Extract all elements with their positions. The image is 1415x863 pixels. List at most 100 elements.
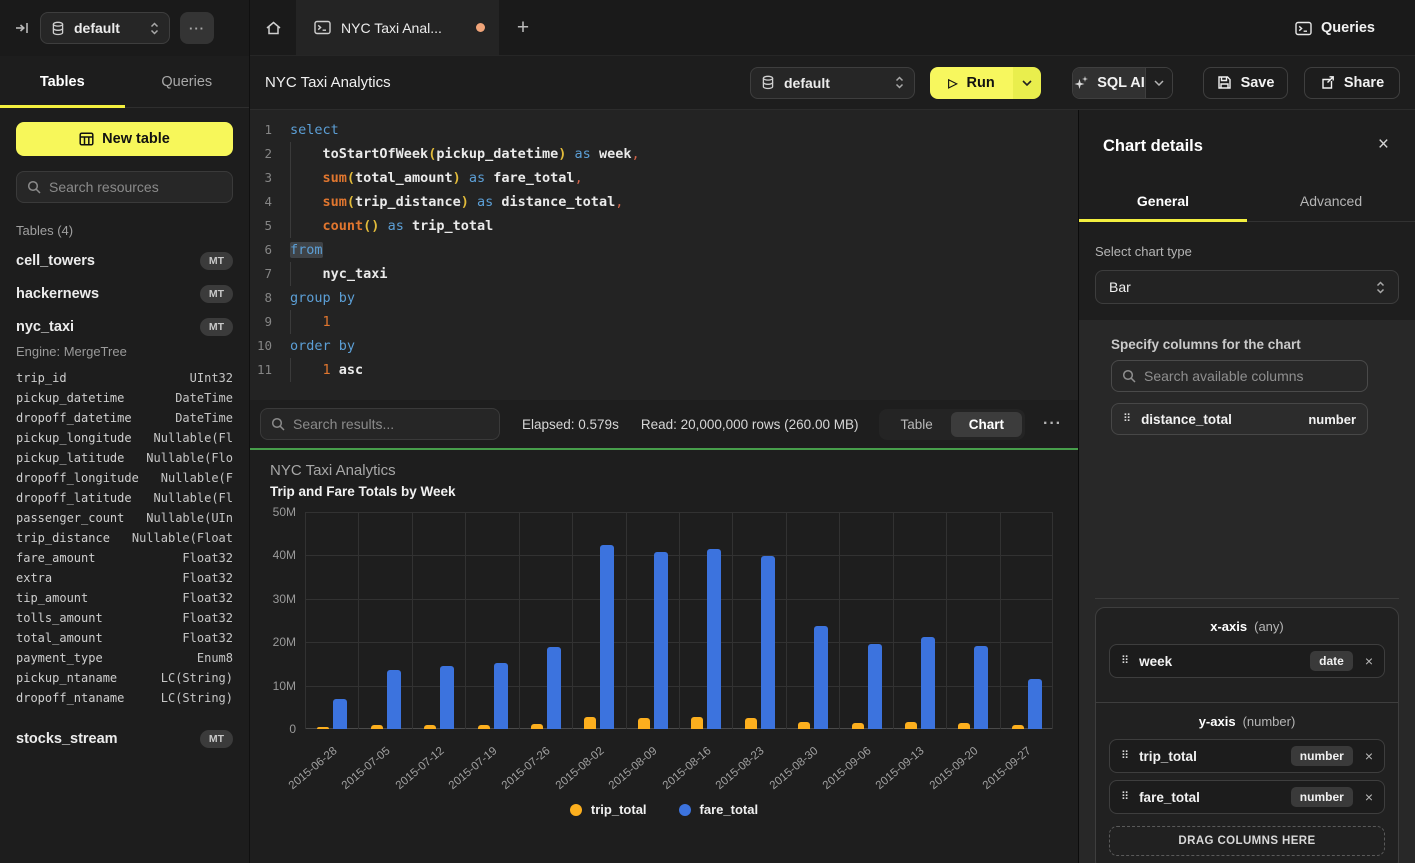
- gridline-v: [679, 512, 680, 729]
- chart-plot: [305, 512, 1053, 729]
- remove-icon[interactable]: ×: [1365, 653, 1373, 669]
- gridline-v: [786, 512, 787, 729]
- code-text: sum(trip_distance) as distance_total,: [290, 190, 623, 214]
- axis-item-trip_total[interactable]: ⠿trip_totalnumber×: [1109, 739, 1385, 773]
- column-type: Float32: [182, 611, 233, 625]
- column-total_amount: total_amountFloat32: [16, 628, 233, 648]
- sidebar-more-button[interactable]: ···: [180, 12, 214, 44]
- editor-line-2[interactable]: 2 toStartOfWeek(pickup_datetime) as week…: [250, 142, 1078, 166]
- toolbar-database-selector[interactable]: default: [750, 67, 915, 99]
- sql-ai-button[interactable]: SQL AI: [1072, 67, 1173, 99]
- queries-link[interactable]: Queries: [1295, 0, 1375, 56]
- x-tick-label: 2015-09-06: [821, 745, 874, 792]
- database-selector[interactable]: default: [40, 12, 170, 44]
- remove-icon[interactable]: ×: [1365, 789, 1373, 805]
- column-dropoff_longitude: dropoff_longitudeNullable(F: [16, 468, 233, 488]
- save-button[interactable]: Save: [1203, 67, 1288, 99]
- bar-trip_total-2015-07-19: [478, 725, 490, 729]
- column-tolls_amount: tolls_amountFloat32: [16, 608, 233, 628]
- editor-line-6[interactable]: 6from: [250, 238, 1078, 262]
- editor-line-11[interactable]: 11 1 asc: [250, 358, 1078, 382]
- tables-section-label: Tables (4): [16, 223, 233, 238]
- editor-line-5[interactable]: 5 count() as trip_total: [250, 214, 1078, 238]
- collapse-sidebar-icon[interactable]: [14, 20, 30, 36]
- share-button[interactable]: Share: [1304, 67, 1400, 99]
- run-options-caret[interactable]: [1013, 67, 1041, 99]
- engine-badge: MT: [200, 318, 233, 336]
- new-table-label: New table: [102, 131, 170, 147]
- drag-handle-icon[interactable]: ⠿: [1121, 751, 1129, 762]
- axis-item-fare_total[interactable]: ⠿fare_totalnumber×: [1109, 780, 1385, 814]
- bar-trip_total-2015-08-30: [798, 722, 810, 729]
- bar-fare_total-2015-07-19: [494, 663, 508, 729]
- chart-type-select[interactable]: Bar: [1095, 270, 1399, 304]
- new-tab-button[interactable]: +: [499, 0, 547, 55]
- editor-line-9[interactable]: 9 1: [250, 310, 1078, 334]
- column-dropoff_ntaname: dropoff_ntanameLC(String): [16, 688, 233, 708]
- column-type: Nullable(Fl: [154, 431, 233, 445]
- editor-line-8[interactable]: 8group by: [250, 286, 1078, 310]
- editor-line-1[interactable]: 1select: [250, 118, 1078, 142]
- queries-terminal-icon: [1295, 21, 1312, 36]
- tables-list: cell_towersMThackernewsMTnyc_taxiMTEngin…: [16, 244, 233, 755]
- table-item-hackernews[interactable]: hackernewsMT: [16, 277, 233, 310]
- x-tick-label: 2015-06-28: [287, 745, 340, 792]
- bar-trip_total-2015-09-13: [905, 722, 917, 729]
- tab-general[interactable]: General: [1079, 180, 1247, 221]
- code-text: 1: [290, 310, 331, 334]
- column-name: extra: [16, 571, 52, 585]
- y-tick-label: 10M: [250, 679, 296, 693]
- drag-columns-dropzone[interactable]: DRAG COLUMNS HERE: [1109, 826, 1385, 856]
- bar-fare_total-2015-09-06: [868, 644, 882, 729]
- x-tick-label: 2015-08-23: [714, 745, 767, 792]
- columns-search-input[interactable]: [1144, 368, 1357, 384]
- query-tab[interactable]: NYC Taxi Anal...: [296, 0, 499, 55]
- available-column-distance_total[interactable]: ⠿distance_totalnumber: [1111, 403, 1368, 435]
- run-button[interactable]: ▷ Run: [930, 67, 1041, 99]
- gridline-v: [465, 512, 466, 729]
- table-item-stocks_stream[interactable]: stocks_streamMT: [16, 722, 233, 755]
- x-axis-label: x-axis: [1210, 619, 1247, 634]
- bar-trip_total-2015-08-02: [584, 717, 596, 729]
- view-toggle-table[interactable]: Table: [882, 412, 950, 437]
- results-search-input[interactable]: [293, 416, 489, 432]
- sql-editor[interactable]: 1select2 toStartOfWeek(pickup_datetime) …: [250, 110, 1078, 400]
- details-header: Chart details ×: [1079, 110, 1415, 180]
- columns-section-label: Specify columns for the chart: [1111, 337, 1301, 352]
- tab-advanced[interactable]: Advanced: [1247, 180, 1415, 221]
- tab-tables[interactable]: Tables: [0, 56, 125, 107]
- view-toggle-chart[interactable]: Chart: [951, 412, 1022, 437]
- gridline-v: [305, 512, 306, 729]
- column-name: passenger_count: [16, 511, 124, 525]
- column-type: DateTime: [175, 411, 233, 425]
- axis-item-week[interactable]: ⠿weekdate×: [1109, 644, 1385, 678]
- editor-line-3[interactable]: 3 sum(total_amount) as fare_total,: [250, 166, 1078, 190]
- column-name: dropoff_longitude: [16, 471, 139, 485]
- editor-line-10[interactable]: 10order by: [250, 334, 1078, 358]
- resource-search-input[interactable]: [49, 179, 230, 195]
- drag-handle-icon[interactable]: ⠿: [1121, 792, 1129, 803]
- table-item-cell_towers[interactable]: cell_towersMT: [16, 244, 233, 277]
- drag-handle-icon[interactable]: ⠿: [1123, 414, 1131, 425]
- drag-handle-icon[interactable]: ⠿: [1121, 656, 1129, 667]
- table-grid-icon: [79, 132, 94, 146]
- home-button[interactable]: [250, 0, 296, 55]
- chart-legend: trip_totalfare_total: [250, 802, 1078, 817]
- share-label: Share: [1344, 75, 1384, 91]
- table-name: hackernews: [16, 286, 99, 302]
- editor-line-4[interactable]: 4 sum(trip_distance) as distance_total,: [250, 190, 1078, 214]
- run-button-main[interactable]: ▷ Run: [930, 67, 1013, 99]
- editor-line-7[interactable]: 7 nyc_taxi: [250, 262, 1078, 286]
- column-name: tip_amount: [16, 591, 88, 605]
- legend-label: fare_total: [700, 802, 759, 817]
- new-table-button[interactable]: New table: [16, 122, 233, 156]
- table-item-nyc_taxi[interactable]: nyc_taxiMT: [16, 310, 233, 343]
- bar-fare_total-2015-07-12: [440, 666, 454, 729]
- results-more-button[interactable]: ···: [1043, 415, 1062, 433]
- sql-ai-main[interactable]: SQL AI: [1073, 68, 1145, 98]
- tab-queries[interactable]: Queries: [125, 56, 250, 107]
- close-icon[interactable]: ×: [1378, 134, 1389, 156]
- column-name: dropoff_ntaname: [16, 691, 124, 705]
- sql-ai-caret[interactable]: [1145, 68, 1172, 98]
- remove-icon[interactable]: ×: [1365, 748, 1373, 764]
